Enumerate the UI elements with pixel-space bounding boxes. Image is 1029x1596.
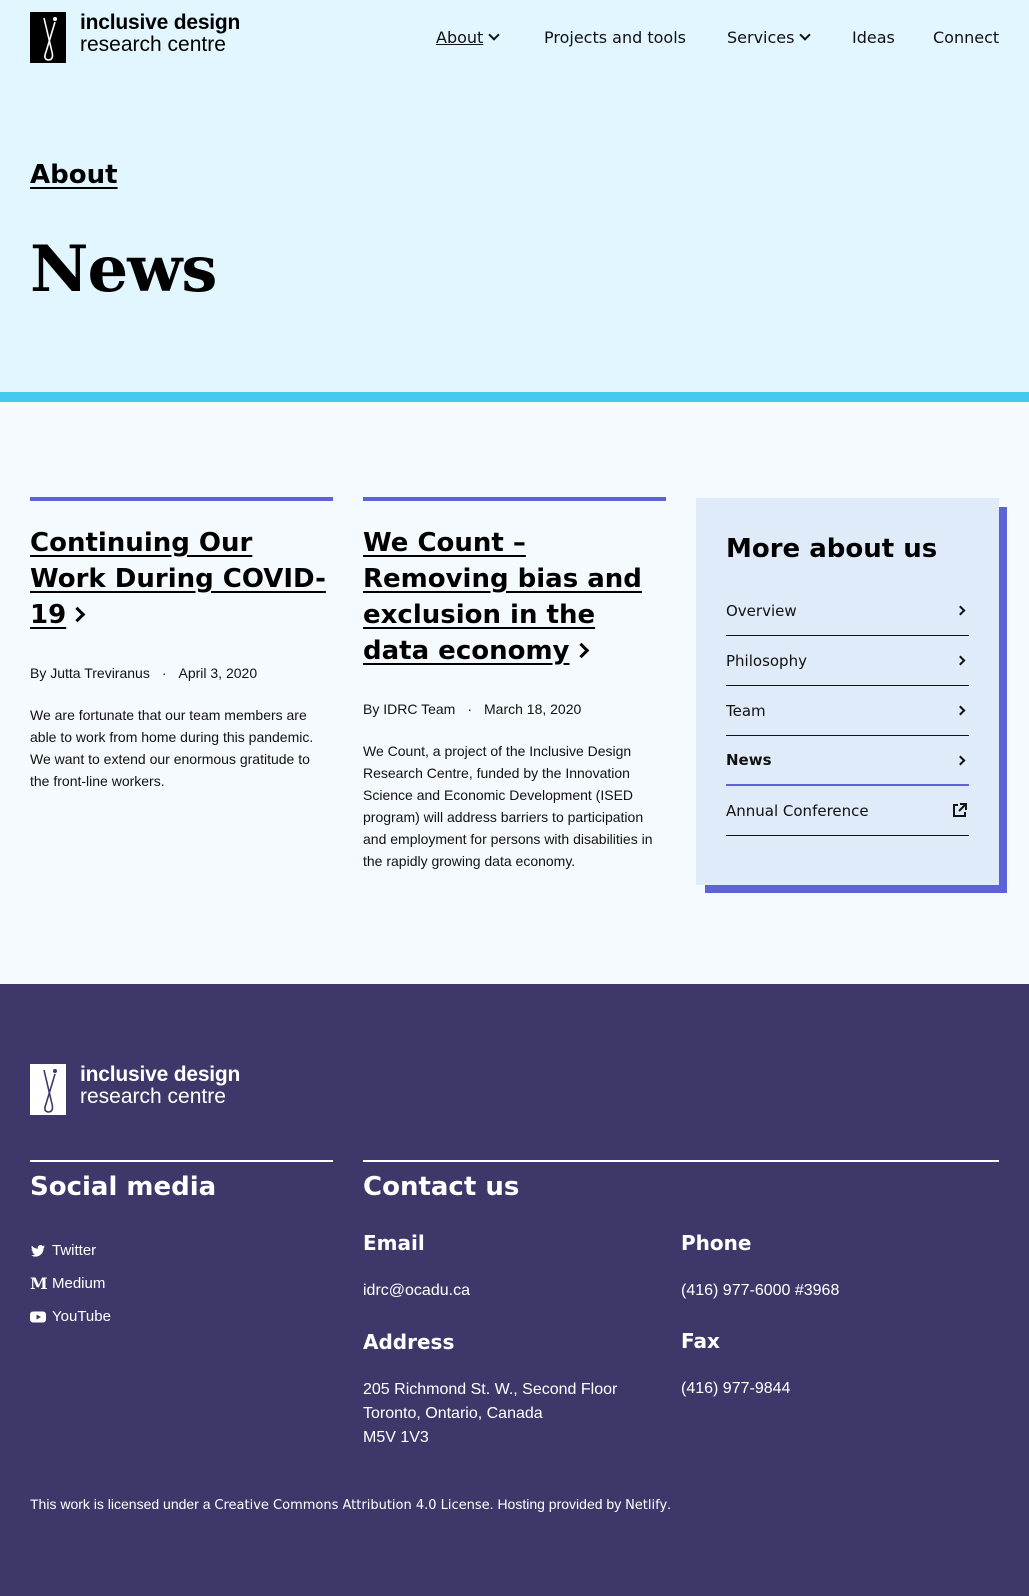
nav-item-services[interactable]: Services xyxy=(727,28,812,47)
nav-item-connect[interactable]: Connect xyxy=(933,28,999,47)
address-heading: Address xyxy=(363,1330,455,1354)
chevron-right-icon xyxy=(573,642,589,659)
license-text: This work is licensed under a xyxy=(30,1496,215,1512)
news-excerpt: We are fortunate that our team members a… xyxy=(30,707,314,789)
nav-label: About xyxy=(436,28,484,47)
social-link-twitter[interactable]: Twitter xyxy=(30,1234,111,1267)
chevron-right-icon xyxy=(955,605,966,616)
nav-item-ideas[interactable]: Ideas xyxy=(852,28,895,47)
chevron-right-icon xyxy=(69,606,86,623)
main-nav: About Projects and tools Services Ideas … xyxy=(436,28,999,50)
contact-address: Address 205 Richmond St. W., Second Floo… xyxy=(363,1330,617,1450)
social-title: Social media xyxy=(30,1172,217,1202)
news-author: By Jutta Treviranus xyxy=(30,665,150,681)
license-text: . Hosting provided by xyxy=(489,1496,626,1512)
chevron-down-icon xyxy=(799,29,812,41)
logo-line-2: research centre xyxy=(80,1085,226,1108)
chevron-right-icon xyxy=(955,755,966,765)
sidebar-item-annual-conference[interactable]: Annual Conference xyxy=(726,786,969,836)
news-meta: By IDRC Team · March 18, 2020 xyxy=(363,701,666,717)
sidebar-item-overview[interactable]: Overview xyxy=(726,586,969,636)
sidebar-item-label: News xyxy=(726,751,772,769)
idrc-logo-icon xyxy=(30,1064,66,1115)
news-title: Continuing Our Work During COVID-19 xyxy=(30,525,333,633)
sidebar-more-about-us: More about us Overview Philosophy Team N… xyxy=(696,498,999,885)
phone-heading: Phone xyxy=(681,1231,752,1255)
contact-phone: Phone (416) 977-6000 #3968 xyxy=(681,1231,839,1303)
email-link[interactable]: idrc@ocadu.ca xyxy=(363,1282,470,1299)
address-line: 205 Richmond St. W., Second Floor xyxy=(363,1381,618,1398)
nav-label: Connect xyxy=(933,28,1000,47)
twitter-icon xyxy=(31,1244,45,1257)
fax-number: (416) 977-9844 xyxy=(681,1380,791,1397)
nav-item-about[interactable]: About xyxy=(436,28,500,47)
chevron-right-icon xyxy=(955,655,966,666)
news-card: We Count – Removing bias and exclusion i… xyxy=(363,497,666,872)
social-label: Twitter xyxy=(52,1242,97,1259)
site-header: inclusive design research centre About P… xyxy=(0,0,1029,402)
social-label: YouTube xyxy=(52,1308,111,1325)
address-line: Toronto, Ontario, Canada xyxy=(363,1405,543,1422)
fax-heading: Fax xyxy=(681,1329,720,1353)
sidebar-title: More about us xyxy=(726,534,938,564)
social-media-section: Social media xyxy=(30,1160,333,1202)
news-title: We Count – Removing bias and exclusion i… xyxy=(363,525,666,669)
accent-stripe xyxy=(0,392,1029,402)
social-link-medium[interactable]: M Medium xyxy=(30,1267,111,1300)
social-links: Twitter M Medium YouTube xyxy=(30,1234,111,1333)
sidebar-item-label: Philosophy xyxy=(726,651,807,670)
chevron-down-icon xyxy=(488,29,500,41)
license-notice: This work is licensed under a Creative C… xyxy=(30,1496,671,1513)
contact-email: Email idrc@ocadu.ca xyxy=(363,1231,470,1303)
nav-label: Projects and tools xyxy=(544,28,686,47)
email-heading: Email xyxy=(363,1231,425,1255)
social-label: Medium xyxy=(52,1275,106,1292)
phone-number: (416) 977-6000 #3968 xyxy=(681,1282,840,1299)
license-text: . xyxy=(667,1496,672,1512)
nav-label: Ideas xyxy=(852,28,895,47)
sidebar-item-philosophy[interactable]: Philosophy xyxy=(726,636,969,686)
logo-line-1: inclusive design xyxy=(80,11,241,34)
netlify-link[interactable]: Netlify xyxy=(625,1498,667,1513)
nav-item-projects[interactable]: Projects and tools xyxy=(544,28,686,47)
nav-label: Services xyxy=(727,28,795,47)
logo-line-1: inclusive design xyxy=(80,1063,241,1086)
site-logo[interactable]: inclusive design research centre xyxy=(30,12,240,63)
meta-separator: · xyxy=(161,665,167,681)
news-date: March 18, 2020 xyxy=(484,701,582,717)
page-title: News xyxy=(30,232,217,307)
news-title-link[interactable]: We Count – Removing bias and exclusion i… xyxy=(363,528,642,666)
sidebar-item-team[interactable]: Team xyxy=(726,686,969,736)
news-meta: By Jutta Treviranus · April 3, 2020 xyxy=(30,665,333,681)
social-link-youtube[interactable]: YouTube xyxy=(30,1300,111,1333)
chevron-right-icon xyxy=(955,705,966,716)
footer-logo[interactable]: inclusive design research centre xyxy=(30,1064,240,1115)
sidebar-item-label: Overview xyxy=(726,601,797,620)
sidebar-item-news[interactable]: News xyxy=(726,736,969,786)
youtube-icon xyxy=(30,1311,46,1322)
breadcrumb[interactable]: About xyxy=(30,160,118,190)
address-line: M5V 1V3 xyxy=(363,1429,429,1446)
medium-icon: M xyxy=(30,1273,48,1293)
contact-title: Contact us xyxy=(363,1172,520,1202)
sidebar-item-label: Annual Conference xyxy=(726,801,869,820)
idrc-logo-icon xyxy=(30,12,66,63)
meta-separator: · xyxy=(467,701,472,717)
sidebar-item-label: Team xyxy=(726,701,766,720)
news-date: April 3, 2020 xyxy=(178,665,258,681)
license-link[interactable]: Creative Commons Attribution 4.0 License xyxy=(214,1498,489,1513)
contact-fax: Fax (416) 977-9844 xyxy=(681,1329,790,1401)
site-footer: inclusive design research centre Social … xyxy=(0,984,1029,1596)
logo-line-2: research centre xyxy=(80,33,226,56)
contact-section: Contact us xyxy=(363,1160,999,1202)
news-card: Continuing Our Work During COVID-19 By J… xyxy=(30,497,333,792)
external-link-icon xyxy=(953,803,967,817)
news-excerpt: We Count, a project of the Inclusive Des… xyxy=(363,743,653,869)
news-author: By IDRC Team xyxy=(363,701,456,717)
